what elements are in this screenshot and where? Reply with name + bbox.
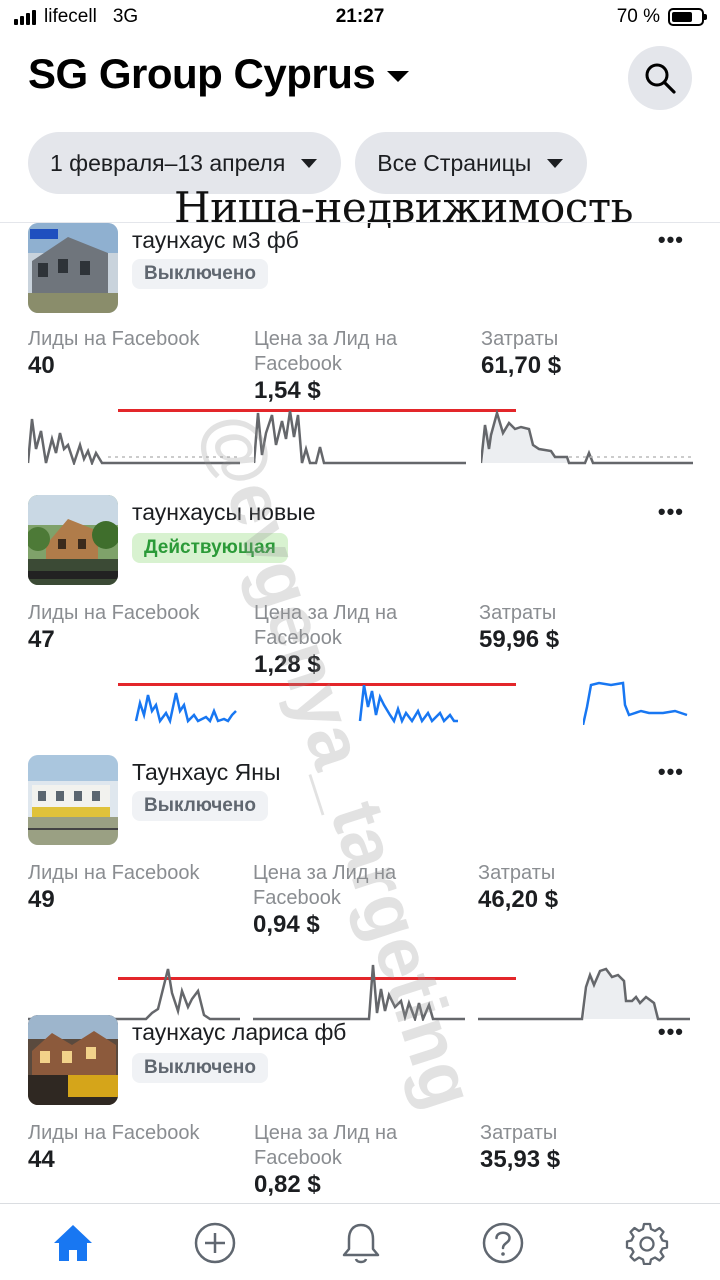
- metric-label: Лиды на Facebook: [28, 862, 200, 884]
- campaign-name: таунхаусы новые: [132, 499, 316, 525]
- add-icon: [194, 1222, 236, 1264]
- more-options-button[interactable]: •••: [658, 499, 684, 525]
- tab-help[interactable]: [480, 1220, 526, 1266]
- tab-settings[interactable]: [624, 1220, 670, 1266]
- caret-down-icon: [301, 158, 318, 168]
- metric-label: Цена за Лид на Facebook: [253, 862, 397, 909]
- campaign-card[interactable]: Таунхаус Яны Выключено ••• Лиды на Faceb…: [0, 755, 720, 1021]
- status-bar: lifecell 3G 21:27 70 %: [0, 0, 720, 36]
- metric-value: 59,96 $: [479, 626, 560, 653]
- clock: 21:27: [335, 6, 385, 27]
- metric-value: 44: [28, 1146, 55, 1173]
- metric-spend: Затраты 35,93 $: [480, 1121, 690, 1174]
- caret-down-icon: [387, 70, 410, 82]
- gear-icon: [625, 1222, 669, 1265]
- metric-spend: Затраты 61,70 $: [481, 327, 691, 380]
- metric-value: 46,20 $: [478, 886, 559, 913]
- search-button[interactable]: [628, 46, 692, 110]
- tab-home[interactable]: [50, 1220, 96, 1266]
- metric-value: 40: [28, 352, 55, 379]
- metric-cpl: Цена за Лид на Facebook 1,28 $: [254, 601, 464, 679]
- metric-label: Лиды на Facebook: [28, 602, 200, 624]
- bell-icon: [342, 1223, 380, 1264]
- campaign-name: таунхаус лариса фб: [132, 1019, 347, 1045]
- campaign-card[interactable]: таунхаус м3 фб Выключено ••• Лиды на Fac…: [0, 223, 720, 491]
- battery-icon: [668, 8, 707, 26]
- metric-leads: Лиды на Facebook 47: [28, 601, 238, 654]
- metric-label: Цена за Лид на Facebook: [254, 1122, 398, 1169]
- metric-cpl: Цена за Лид на Facebook 0,82 $: [254, 1121, 464, 1199]
- metric-leads: Лиды на Facebook 40: [28, 327, 238, 380]
- status-badge: Действующая: [132, 533, 288, 563]
- metric-label: Затраты: [481, 328, 559, 350]
- metric-label: Цена за Лид на Facebook: [254, 602, 398, 649]
- help-icon: [482, 1222, 524, 1264]
- campaign-thumbnail: [28, 755, 118, 845]
- sparkline-leads: [28, 968, 240, 1021]
- sparkline-spend: [478, 967, 690, 1021]
- status-badge: Выключено: [132, 259, 268, 289]
- metric-label: Затраты: [478, 862, 556, 884]
- metric-leads: Лиды на Facebook 44: [28, 1121, 238, 1174]
- bottom-tab-bar: [0, 1203, 720, 1280]
- sparkline-leads: [28, 418, 240, 465]
- sparkline-leads: [134, 692, 237, 725]
- campaign-card[interactable]: таунхаусы новые Действующая ••• Лиды на …: [0, 495, 720, 753]
- search-icon: [645, 63, 676, 94]
- campaign-thumbnail: [28, 495, 118, 585]
- campaign-list: таунхаус м3 фб Выключено ••• Лиды на Fac…: [0, 223, 720, 1203]
- status-badge: Выключено: [132, 1053, 268, 1083]
- metric-cpl: Цена за Лид на Facebook 0,94 $: [253, 861, 463, 939]
- metric-spend: Затраты 46,20 $: [478, 861, 688, 914]
- campaign-thumbnail: [28, 223, 118, 313]
- metric-label: Цена за Лид на Facebook: [254, 328, 398, 375]
- campaign-card[interactable]: таунхаус лариса фб Выключено ••• Лиды на…: [0, 1015, 720, 1203]
- home-icon: [54, 1225, 92, 1261]
- sparkline-spend: [481, 409, 693, 465]
- header: SG Group Cyprus: [28, 46, 692, 110]
- sparkline-cpl: [358, 685, 458, 725]
- page-title: SG Group Cyprus: [28, 50, 376, 97]
- pages-label: Все Страницы: [377, 149, 532, 176]
- sparkline-spend: [583, 681, 688, 725]
- more-options-button[interactable]: •••: [658, 1019, 684, 1045]
- status-badge: Выключено: [132, 791, 268, 821]
- account-switcher[interactable]: SG Group Cyprus: [28, 50, 410, 98]
- metric-value: 47: [28, 626, 55, 653]
- tab-create[interactable]: [192, 1220, 238, 1266]
- metric-cpl: Цена за Лид на Facebook 1,54 $: [254, 327, 464, 405]
- metric-label: Лиды на Facebook: [28, 328, 200, 350]
- metric-value: 35,93 $: [480, 1146, 561, 1173]
- metric-value: 1,54 $: [254, 377, 321, 404]
- campaign-name: Таунхаус Яны: [132, 759, 281, 785]
- more-options-button[interactable]: •••: [658, 227, 684, 253]
- tab-notifications[interactable]: [338, 1220, 384, 1266]
- metric-value: 0,82 $: [254, 1171, 321, 1198]
- metric-label: Затраты: [479, 602, 557, 624]
- sparkline-cpl: [254, 410, 466, 465]
- campaign-name: таунхаус м3 фб: [132, 227, 299, 253]
- sparkline-cpl: [253, 964, 465, 1021]
- more-options-button[interactable]: •••: [658, 759, 684, 785]
- metric-label: Затраты: [480, 1122, 558, 1144]
- caret-down-icon: [547, 158, 564, 168]
- battery-label: 70 %: [616, 6, 660, 27]
- metric-leads: Лиды на Facebook 49: [28, 861, 238, 914]
- metric-value: 49: [28, 886, 55, 913]
- metric-spend: Затраты 59,96 $: [479, 601, 689, 654]
- metric-label: Лиды на Facebook: [28, 1122, 200, 1144]
- metric-value: 1,28 $: [254, 651, 321, 678]
- campaign-thumbnail: [28, 1015, 118, 1105]
- metric-value: 0,94 $: [253, 911, 320, 938]
- date-range-label: 1 февраля–13 апреля: [50, 149, 286, 176]
- metric-value: 61,70 $: [481, 352, 562, 379]
